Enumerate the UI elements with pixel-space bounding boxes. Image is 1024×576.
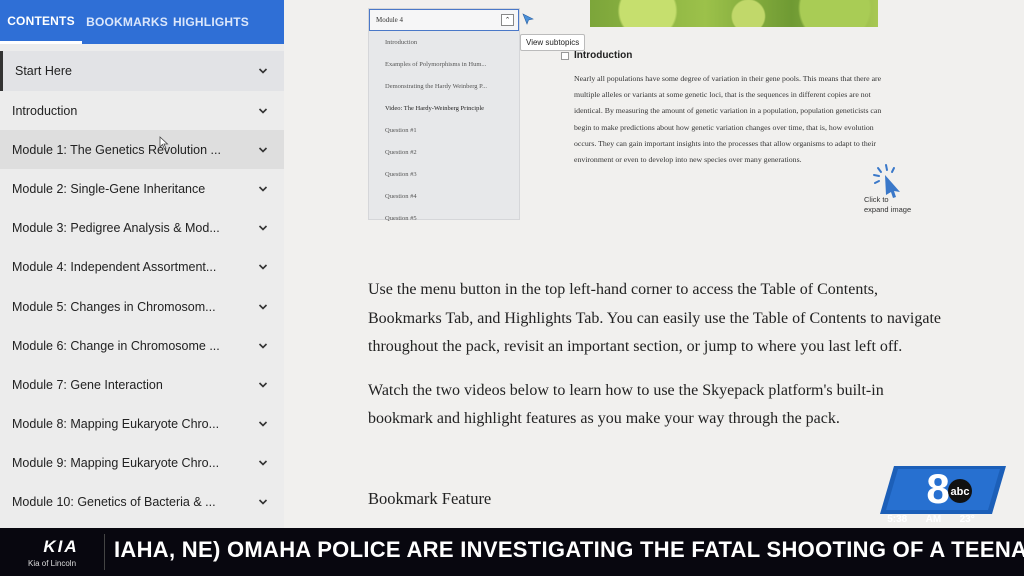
paragraph-menu-instructions: Use the menu button in the top left-hand… (368, 281, 942, 355)
expand-text-line1: Click to (864, 195, 889, 204)
mini-subtopic-list: Introduction Examples of Polymorphisms in… (369, 31, 519, 229)
station-network: abc (951, 486, 970, 498)
mini-subtopic-item[interactable]: Introduction (369, 31, 519, 53)
tab-highlights[interactable]: HIGHLIGHTS (172, 0, 250, 44)
toc-item[interactable]: Module 10: Genetics of Bacteria & ... (0, 483, 284, 522)
temperature: 23° (959, 513, 975, 525)
section-title: Introduction (574, 50, 633, 61)
toc-item-label: Module 2: Single-Gene Inheritance (12, 181, 206, 196)
mini-subtopic-item[interactable]: Question #3 (369, 163, 519, 185)
news-ticker: KIA Kia of Lincoln IAHA, NE) OMAHA POLIC… (0, 528, 1024, 576)
chevron-down-icon[interactable] (258, 380, 268, 390)
toc-item-label: Module 5: Changes in Chromosom... (12, 299, 216, 314)
toc-item[interactable]: Module 5: Changes in Chromosom... (0, 287, 284, 326)
sponsor-name: Kia of Lincoln (28, 559, 77, 568)
toc-item-label: Module 8: Mapping Eukaryote Chro... (12, 417, 220, 432)
click-cursor-icon (873, 164, 900, 198)
main-content: Module 4 ⌃ Introduction Examples of Polym… (284, 0, 1024, 528)
toc-item[interactable]: Module 1: The Genetics Revolution ... (0, 130, 284, 170)
cursor-icon (159, 136, 169, 150)
chevron-down-icon[interactable] (258, 458, 268, 468)
toc-item[interactable]: Module 9: Mapping Eukaryote Chro... (0, 444, 284, 483)
toc-item-label: Introduction (12, 103, 78, 118)
mini-module-label: Module 4 (376, 16, 404, 24)
toc-item[interactable]: Introduction (0, 91, 284, 130)
mini-subtopic-item[interactable]: Question #4 (369, 185, 519, 207)
toc-item-label: Module 4: Independent Assortment... (12, 260, 217, 275)
leaf-image (590, 0, 878, 27)
chevron-down-icon[interactable] (258, 341, 268, 351)
chevron-down-icon[interactable] (258, 66, 268, 76)
tooltip-view-subtopics: View subtopics (520, 34, 586, 51)
mini-subtopic-item[interactable]: Demonstrating the Hardy Weinberg P... (369, 75, 519, 97)
expand-text-line2: expand image (864, 205, 912, 214)
main-text: Use the menu button in the top left-hand… (368, 276, 950, 434)
tab-bookmarks[interactable]: BOOKMARKS (82, 0, 172, 44)
expand-image-hint[interactable]: Click to expand image (864, 162, 934, 222)
mini-module-header[interactable]: Module 4 ⌃ (369, 9, 519, 31)
chevron-down-icon[interactable] (258, 302, 268, 312)
svg-text:KIA: KIA (43, 538, 78, 554)
toc-item-label: Module 9: Mapping Eukaryote Chro... (12, 456, 220, 471)
chevron-down-icon[interactable] (258, 145, 268, 155)
toc-item-label: Module 1: The Genetics Revolution ... (12, 142, 221, 157)
mini-subtopic-item[interactable]: Question #1 (369, 119, 519, 141)
mini-subtopic-item[interactable]: Examples of Polymorphisms in Hum... (369, 53, 519, 75)
tab-contents[interactable]: CONTENTS (0, 0, 82, 44)
toc-item[interactable]: Module 6: Change in Chromosome ... (0, 326, 284, 365)
checkbox-icon[interactable] (561, 52, 569, 60)
toc-item[interactable]: Start Here (0, 51, 284, 91)
toc-item[interactable]: Module 2: Single-Gene Inheritance (0, 169, 284, 208)
toc-item[interactable]: Module 3: Pedigree Analysis & Mod... (0, 209, 284, 248)
click-cursor-icon (522, 13, 534, 25)
bookmark-feature-heading: Bookmark Feature (368, 489, 492, 508)
chevron-down-icon[interactable] (258, 106, 268, 116)
toc-item[interactable]: Module 7: Gene Interaction (0, 365, 284, 404)
section-text: Nearly all populations have some degree … (574, 74, 882, 165)
kia-logo: KIA (43, 538, 78, 554)
toc-item-label: Module 7: Gene Interaction (12, 377, 163, 392)
mini-subtopic-item[interactable]: Video: The Hardy-Weinberg Principle (369, 97, 519, 119)
time: 5:38 (887, 513, 908, 525)
chevron-down-icon[interactable] (258, 419, 268, 429)
chevron-down-icon[interactable] (258, 497, 268, 507)
time-temp-strip: 5:38 AM 23° (878, 512, 984, 526)
ticker-text: IAHA, NE) OMAHA POLICE ARE INVESTIGATING… (114, 537, 1024, 562)
toc-item[interactable]: Module 8: Mapping Eukaryote Chro... (0, 405, 284, 444)
mini-module-menu: Module 4 ⌃ Introduction Examples of Polym… (368, 8, 520, 222)
chevron-up-icon[interactable]: ⌃ (501, 14, 514, 26)
toc-item-label: Module 3: Pedigree Analysis & Mod... (12, 221, 220, 236)
mini-subtopic-item[interactable]: Question #5 (369, 207, 519, 229)
ticker-divider (104, 534, 105, 570)
chevron-down-icon[interactable] (258, 184, 268, 194)
mini-subtopic-item[interactable]: Question #2 (369, 141, 519, 163)
table-of-contents: Start Here Introduction Module 1: The Gene… (0, 51, 284, 522)
toc-item-label: Start Here (15, 64, 72, 78)
chevron-down-icon[interactable] (258, 262, 268, 272)
paragraph-videos: Watch the two videos below to learn how … (368, 381, 884, 428)
embedded-screenshot: Module 4 ⌃ Introduction Examples of Polym… (368, 0, 911, 222)
am-pm: AM (925, 513, 942, 525)
sidebar-tabs: CONTENTS BOOKMARKS HIGHLIGHTS (0, 0, 284, 44)
sidebar: CONTENTS BOOKMARKS HIGHLIGHTS Start Here… (0, 0, 284, 528)
station-number: 8 (926, 465, 949, 512)
toc-item[interactable]: Module 4: Independent Assortment... (0, 248, 284, 287)
toc-item-label: Module 10: Genetics of Bacteria & ... (12, 495, 216, 510)
chevron-down-icon[interactable] (258, 223, 268, 233)
toc-item-label: Module 6: Change in Chromosome ... (12, 338, 220, 353)
